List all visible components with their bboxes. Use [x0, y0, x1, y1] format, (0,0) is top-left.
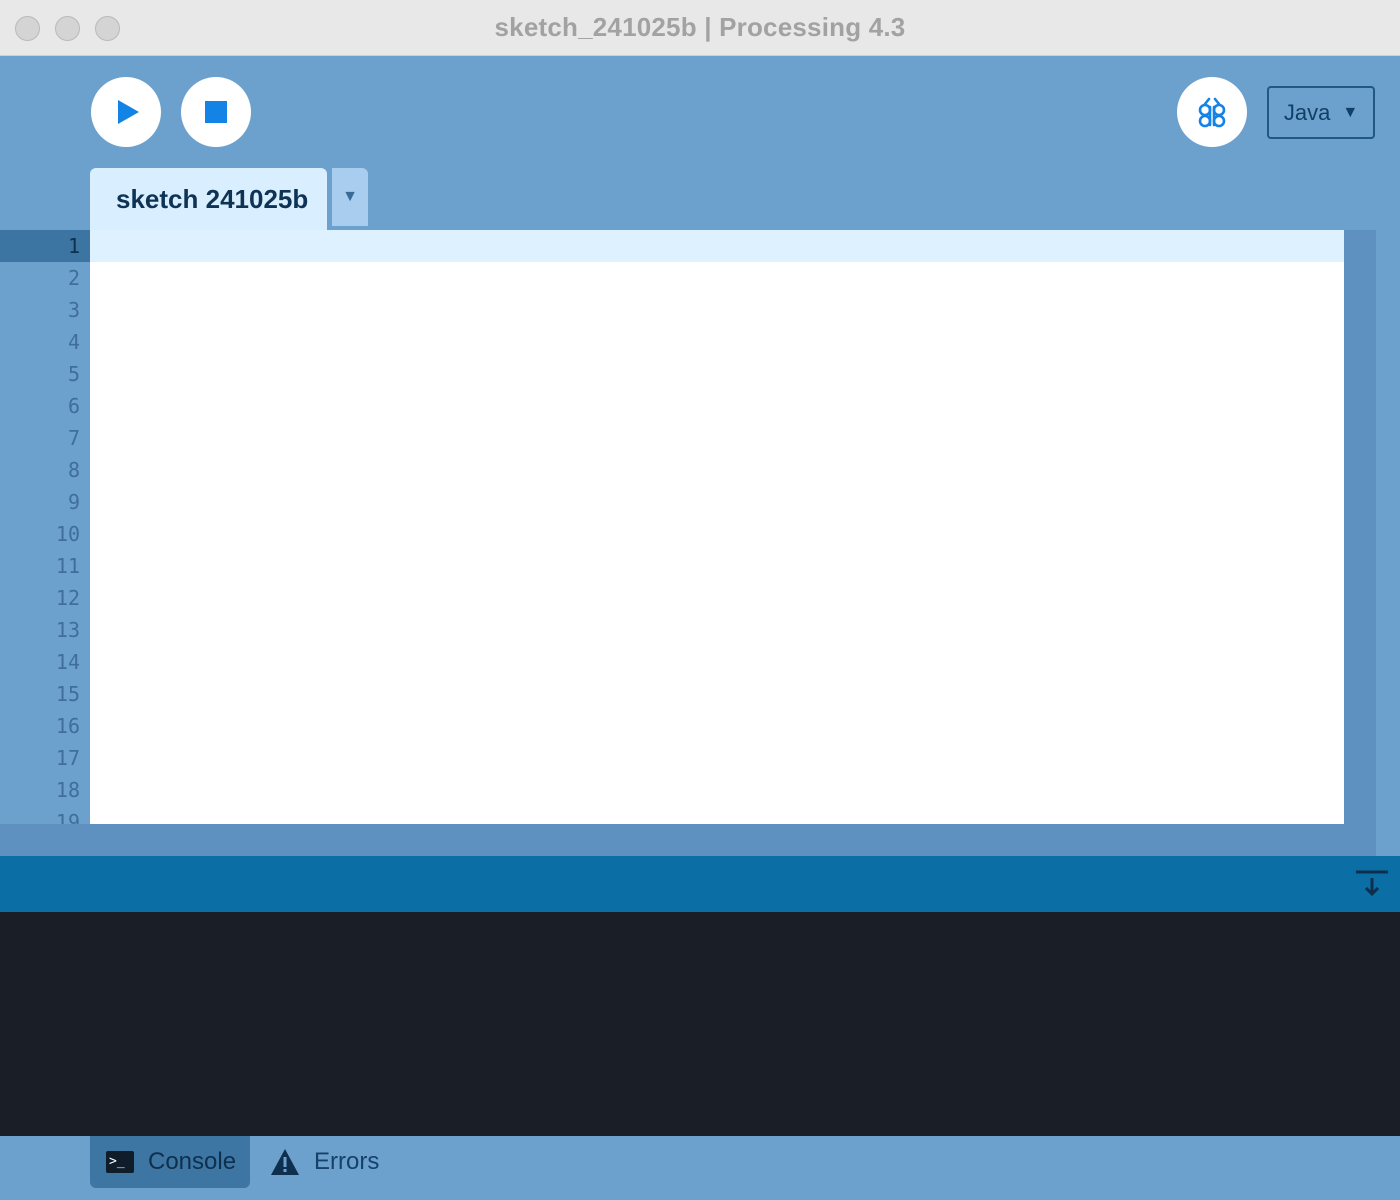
tab-console[interactable]: >_ Console: [90, 1136, 250, 1188]
stop-icon: [205, 101, 227, 123]
tab-sketch[interactable]: sketch 241025b: [90, 168, 327, 230]
vertical-scrollbar[interactable]: [1344, 230, 1376, 824]
line-number: 15: [55, 682, 80, 706]
line-number: 9: [67, 490, 80, 514]
line-number: 11: [55, 554, 80, 578]
line-number: 5: [67, 362, 80, 386]
run-button[interactable]: [91, 77, 161, 147]
line-number: 6: [67, 394, 80, 418]
chevron-down-icon: ▼: [1342, 103, 1359, 121]
line-number: 19: [55, 810, 80, 824]
window-title: sketch_241025b | Processing 4.3: [494, 12, 906, 42]
debugger-butterfly-icon: [1198, 97, 1226, 128]
console-header: [0, 856, 1400, 912]
errors-tab-label: Errors: [314, 1148, 380, 1175]
line-number: 10: [55, 522, 80, 546]
line-number: 17: [55, 746, 80, 770]
line-number: 18: [55, 778, 80, 802]
current-line-highlight: [90, 230, 1344, 262]
play-icon: [118, 100, 139, 124]
mode-label: Java: [1283, 99, 1331, 125]
line-number: 1: [0, 230, 90, 262]
warning-icon: [271, 1149, 299, 1175]
bottom-tab-bar: >_ Console Errors: [0, 1136, 1400, 1200]
debugger-button[interactable]: [1177, 77, 1247, 147]
tab-menu-button[interactable]: ▼: [332, 168, 368, 226]
line-number: 7: [67, 426, 80, 450]
editor-right-margin: [1376, 230, 1400, 856]
title-bar: sketch_241025b | Processing 4.3: [0, 0, 1400, 56]
clear-console-icon[interactable]: [1356, 870, 1388, 898]
horizontal-scrollbar[interactable]: [0, 824, 1376, 856]
console-output[interactable]: [0, 912, 1400, 1136]
line-number: 2: [67, 266, 80, 290]
line-number: 12: [55, 586, 80, 610]
line-number: 16: [55, 714, 80, 738]
line-number-gutter: 1 2 3 4 5 6 7 8 9 10 11 12 13 14 15 16 17 18 19: [0, 230, 90, 824]
line-number: 3: [67, 298, 80, 322]
code-editor[interactable]: [90, 230, 1344, 824]
line-number: 4: [67, 330, 80, 354]
terminal-icon: >_: [106, 1151, 134, 1173]
chevron-down-icon: ▼: [342, 188, 358, 205]
tab-label: sketch 241025b: [116, 183, 309, 214]
processing-window: sketch_241025b | Processing 4.3 Java ▼ s…: [0, 0, 1400, 1200]
line-number: 14: [55, 650, 80, 674]
tab-errors[interactable]: Errors: [266, 1136, 396, 1188]
console-tab-label: Console: [148, 1148, 237, 1175]
line-number: 8: [67, 458, 80, 482]
stop-button[interactable]: [181, 77, 251, 147]
line-number: 13: [55, 618, 80, 642]
mode-selector[interactable]: Java ▼: [1267, 86, 1375, 139]
